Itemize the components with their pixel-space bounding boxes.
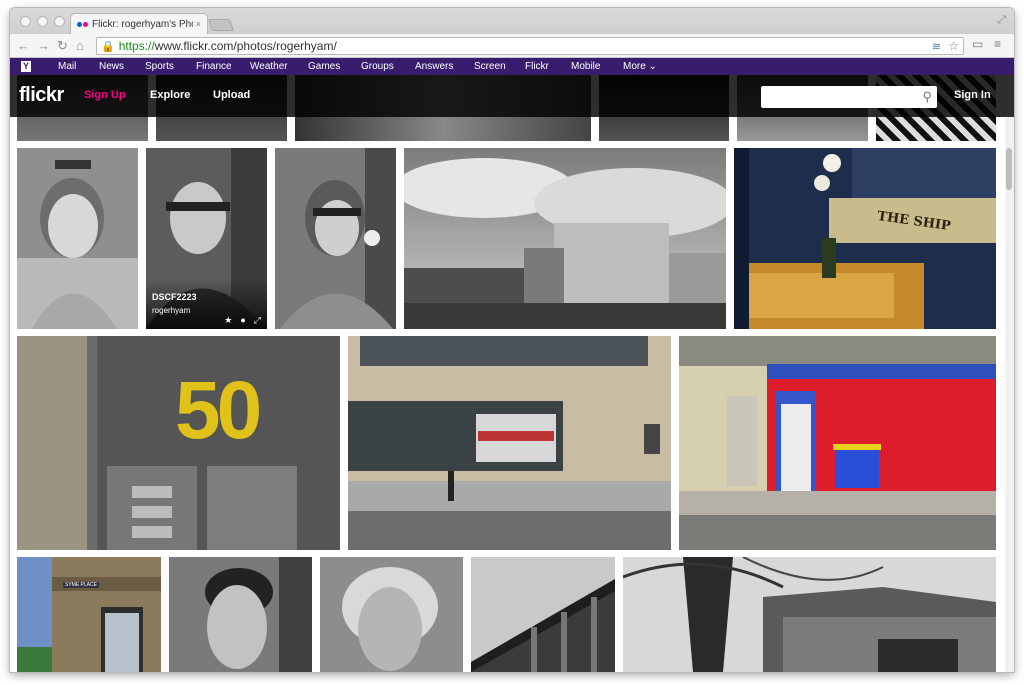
photo-thumbnail[interactable] [404,148,726,329]
street-facade-image [348,336,671,550]
yahoo-link-answers[interactable]: Answers [415,61,453,72]
back-icon[interactable]: ← [17,38,30,54]
menu-icon[interactable]: ≡ [994,37,1001,51]
yahoo-nav-bar: Y Mail News Sports Finance Weather Games… [10,58,1014,75]
photo-thumbnail[interactable]: 50 [17,336,340,550]
url-scheme: https:// [118,39,155,53]
sign-up-link[interactable]: Sign Up [84,89,126,101]
browser-toolbar: ← → ↻ ⌂ 🔒 https:// www.flickr.com/photos… [10,34,1014,58]
url-path: www.flickr.com/photos/rogerhyam/ [154,39,337,53]
yahoo-link-flickr[interactable]: Flickr [525,61,549,72]
portrait-image [275,148,396,329]
photo-thumbnail[interactable]: THE SHIP [734,148,996,329]
photo-thumbnail[interactable] [17,148,138,329]
scrollbar-thumb[interactable] [1006,148,1012,190]
photo-thumbnail[interactable] [623,557,996,672]
page-scrollbar[interactable] [1005,117,1014,672]
search-icon[interactable]: ⚲ [922,89,932,105]
bookmark-star-icon[interactable]: ☆ [948,39,959,53]
new-tab-button[interactable] [207,19,235,31]
sign-in-link[interactable]: Sign In [954,89,991,101]
window-controls [20,16,65,27]
portrait-image [320,557,463,672]
street-sign-text: SYME PLACE [63,582,99,588]
tab-strip: Flickr: rogerhyam's Photo × ⤢ [10,8,1014,34]
photo-thumbnail[interactable] [169,557,312,672]
yahoo-link-more[interactable]: More ⌄ [623,61,657,72]
yahoo-link-mail[interactable]: Mail [58,61,76,72]
flickr-header: flickr Sign Up Explore Upload ⚲ Sign In [10,75,1014,117]
tab-title: Flickr: rogerhyam's Photo [92,18,193,30]
browser-window: Flickr: rogerhyam's Photo × ⤢ ← → ↻ ⌂ 🔒 … [10,8,1014,672]
photo-actions: ★ ● ⤢ [224,315,261,326]
photo-thumbnail[interactable] [348,336,671,550]
fullscreen-icon[interactable]: ⤢ [997,14,1006,27]
portrait-image [169,557,312,672]
flickr-favicon-icon [77,21,88,27]
photo-thumbnail[interactable]: SYME PLACE [17,557,161,672]
building-window-image [17,557,161,672]
tab-close-icon[interactable]: × [196,19,201,29]
yahoo-link-weather[interactable]: Weather [250,61,288,72]
yahoo-link-news[interactable]: News [99,61,124,72]
photo-stream: DSCF2223 rogerhyam ★ ● ⤢ THE SHIP 50 SYM… [10,75,1014,672]
cast-icon[interactable]: ▭ [972,37,983,51]
minimize-window-button[interactable] [37,16,48,27]
cityscape-image [404,148,726,329]
yahoo-link-groups[interactable]: Groups [361,61,394,72]
yahoo-logo[interactable]: Y [21,61,31,72]
pub-window-image [734,148,996,329]
yahoo-link-mobile[interactable]: Mobile [571,61,600,72]
photo-thumbnail-hover[interactable]: DSCF2223 rogerhyam ★ ● ⤢ [146,148,267,329]
photo-owner[interactable]: rogerhyam [152,306,190,315]
close-window-button[interactable] [20,16,31,27]
shed-tree-image [623,557,996,672]
forward-icon[interactable]: → [37,38,50,54]
search-input[interactable]: ⚲ [761,86,937,108]
yahoo-link-finance[interactable]: Finance [196,61,232,72]
photo-thumbnail[interactable] [275,148,396,329]
photo-title[interactable]: DSCF2223 [152,292,197,302]
photo-thumbnail[interactable] [679,336,996,550]
browser-tab[interactable]: Flickr: rogerhyam's Photo × [70,13,208,34]
explore-link[interactable]: Explore [150,89,190,101]
comment-icon[interactable]: ● [240,315,245,326]
photo-thumbnail[interactable] [471,557,615,672]
reload-icon[interactable]: ↻ [57,38,68,54]
house-number-text: 50 [175,365,262,456]
yahoo-link-games[interactable]: Games [308,61,340,72]
yahoo-link-screen[interactable]: Screen [474,61,506,72]
yahoo-link-sports[interactable]: Sports [145,61,174,72]
home-icon[interactable]: ⌂ [76,38,84,54]
red-shopfront-image [679,336,996,550]
star-icon[interactable]: ★ [224,315,232,326]
photo-thumbnail[interactable] [320,557,463,672]
extension-icon[interactable]: ≋ [932,40,941,53]
address-bar[interactable]: 🔒 https:// www.flickr.com/photos/rogerhy… [96,37,964,55]
expand-icon[interactable]: ⤢ [254,315,261,326]
flickr-logo[interactable]: flickr [19,84,64,107]
zoom-window-button[interactable] [54,16,65,27]
upload-link[interactable]: Upload [213,89,250,101]
lock-icon: 🔒 [101,40,115,53]
wooden-roof-image [471,557,615,672]
portrait-image [17,148,138,329]
